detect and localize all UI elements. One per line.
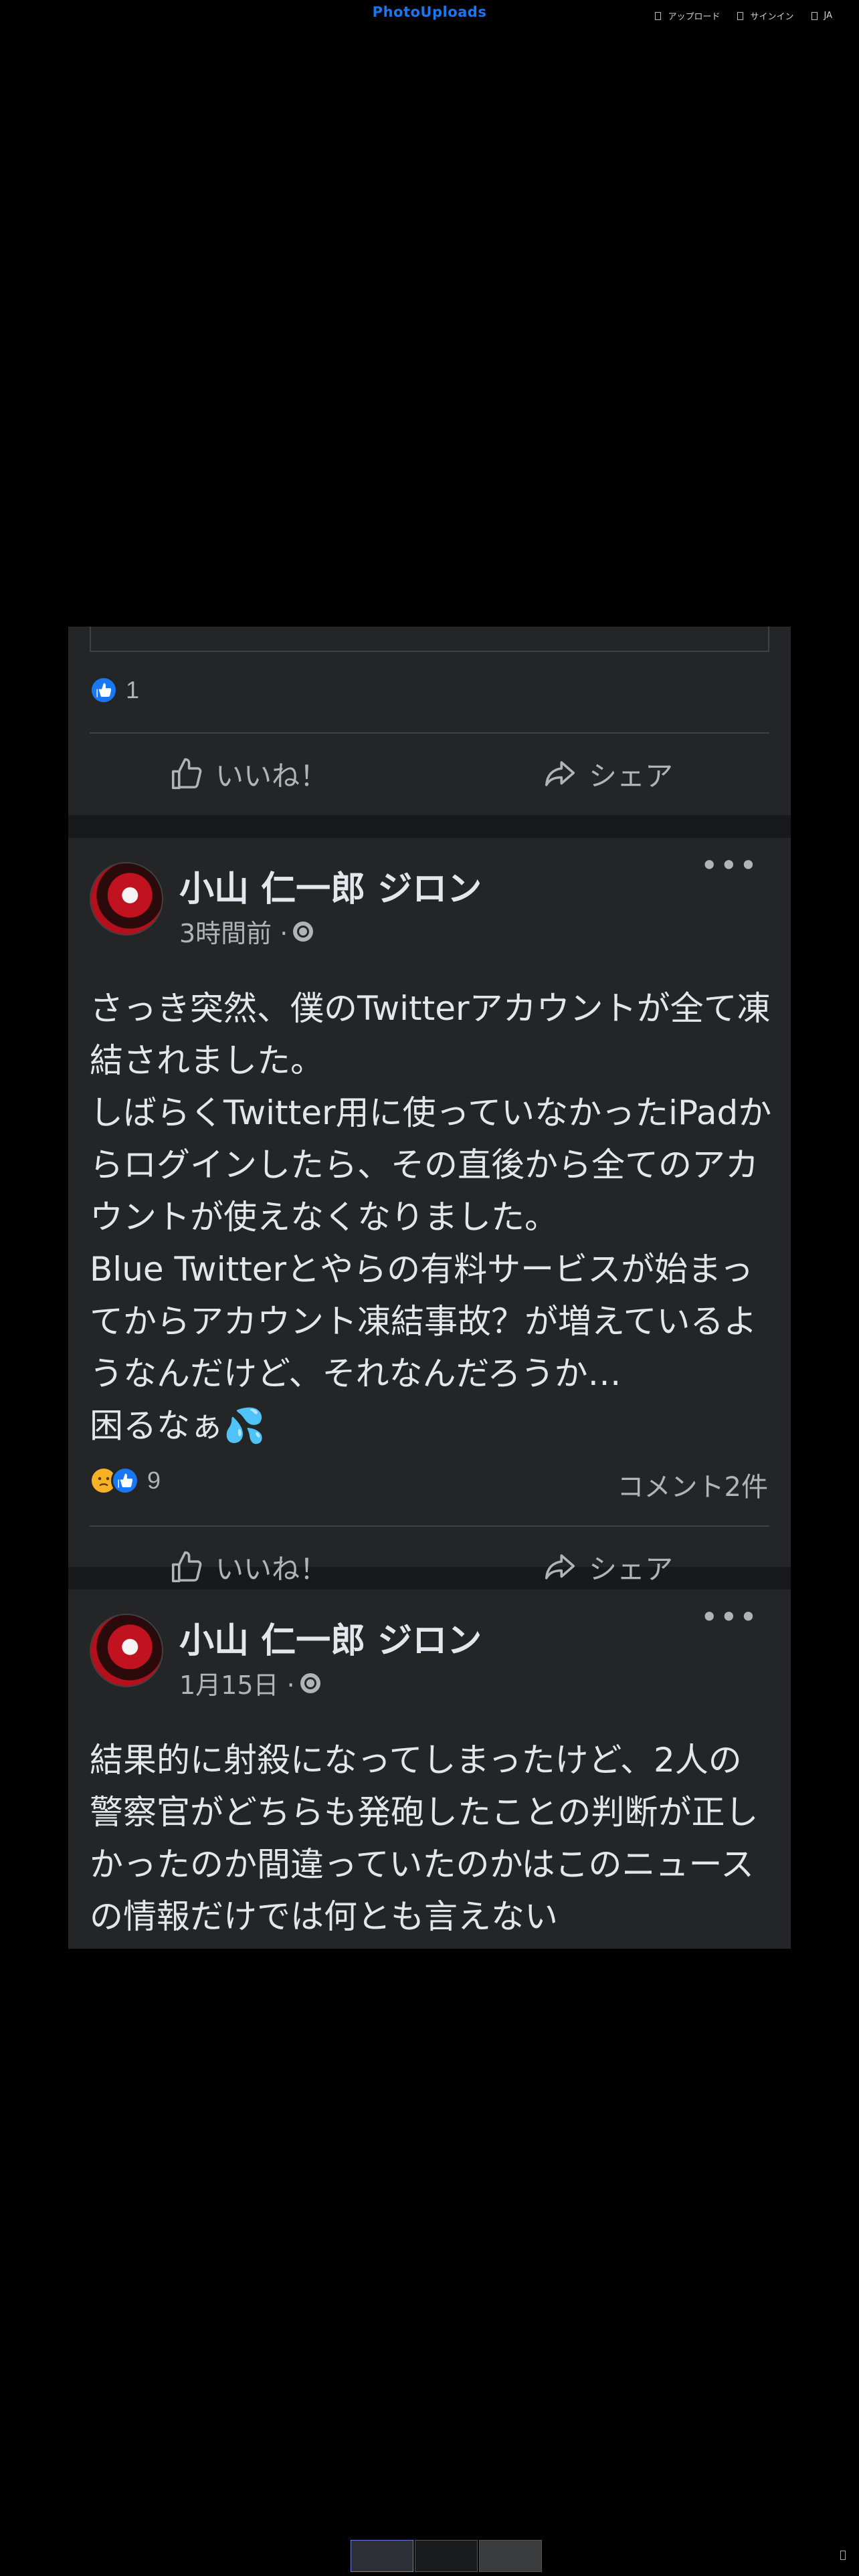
nav-language-label: JA [824,11,833,21]
more-options-icon[interactable]: ••• [700,1599,759,1635]
like-label: いいね！ [215,760,328,792]
post-text: 結果的に射殺になってしまったけど、2人の警察官がどちらも発砲したことの判断が正し… [90,1734,772,1943]
like-reaction-icon [111,1467,139,1495]
signin-icon [737,11,744,20]
author-name[interactable]: 小山 仁一郎 ジロン [179,1612,482,1662]
public-globe-icon [300,1673,320,1693]
nav-upload-label: アップロード [668,12,721,22]
top-navigation-bar: PhotoUploads アップロード サインイン JA [0,0,859,33]
language-icon [811,11,818,20]
share-label: シェア [589,760,674,792]
upload-icon [655,11,662,20]
share-icon [545,1553,575,1580]
nav-upload[interactable]: アップロード [655,9,720,22]
top-nav: アップロード サインイン JA [655,9,832,22]
nav-signin-label: サインイン [750,12,794,22]
thumbs-up-icon [171,758,202,789]
thumbnail[interactable] [415,2540,478,2572]
post-paragraph: 困るなぁ💦 [90,1406,266,1445]
post-meta: 1月15日 · [179,1665,320,1701]
public-globe-icon [293,921,314,942]
uploaded-screenshot: 1 いいね！ シェア 小山 仁一郎 ジロン 3時間前 · ••• さっき突然、僕… [68,627,791,1949]
share-button[interactable]: シェア [542,754,673,794]
nav-language[interactable]: JA [811,9,833,22]
reaction-summary[interactable]: 9 [90,1467,161,1495]
link-preview-bottom [90,627,769,652]
post-time[interactable]: 3時間前 · [179,913,288,950]
post-card-previous: 1 いいね！ シェア [68,627,791,815]
post-card-next: 小山 仁一郎 ジロン 1月15日 · ••• 結果的に射殺になってしまったけど、… [68,1590,791,1949]
comment-count[interactable]: コメント2件 [617,1465,768,1504]
divider [90,1525,769,1527]
post-paragraph: Blue Twitterとやらの有料サービスが始まってからアカウント凍結事故？が… [90,1250,757,1393]
reaction-summary[interactable]: 1 [90,676,139,704]
post-paragraph: さっき突然、僕のTwitterアカウントが全て凍結されました。 [90,989,771,1080]
share-button[interactable]: シェア [542,1547,673,1588]
post-paragraph: しばらくTwitter用に使っていなかったiPadからログインしたら、その直後か… [90,1093,772,1237]
like-reaction-icon [90,676,118,704]
thumbs-up-icon [171,1551,202,1582]
thumbnail-strip [351,2540,542,2572]
post-text: さっき突然、僕のTwitterアカウントが全て凍結されました。 しばらくTwit… [90,982,772,1452]
post-card-main: 小山 仁一郎 ジロン 3時間前 · ••• さっき突然、僕のTwitterアカウ… [68,838,791,1586]
thumbnail[interactable] [351,2540,413,2572]
like-button[interactable]: いいね！ [169,754,328,794]
like-button[interactable]: いいね！ [169,1547,328,1588]
author-name[interactable]: 小山 仁一郎 ジロン [179,861,482,911]
reaction-count: 9 [147,1467,161,1494]
author-avatar[interactable] [90,1614,163,1687]
thumbnail[interactable] [479,2540,542,2572]
like-label: いいね！ [215,1553,328,1586]
post-time[interactable]: 1月15日 · [179,1665,295,1701]
reaction-count: 1 [126,676,140,704]
nav-signin[interactable]: サインイン [737,9,794,22]
author-avatar[interactable] [90,862,163,936]
more-options-icon[interactable]: ••• [700,847,759,883]
post-paragraph: 結果的に射殺になってしまったけど、2人の警察官がどちらも発砲したことの判断が正し… [90,1741,759,1936]
divider [90,732,769,734]
scroll-right-icon[interactable] [840,2551,846,2560]
share-icon [545,760,575,786]
post-meta: 3時間前 · [179,913,314,950]
share-label: シェア [589,1553,674,1586]
